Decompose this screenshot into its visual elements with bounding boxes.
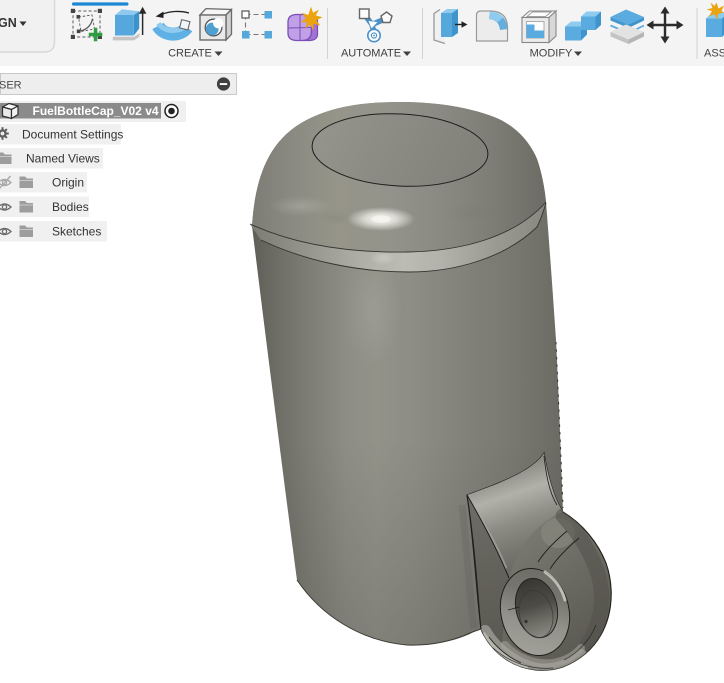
svg-text:CREATE: CREATE xyxy=(168,48,212,60)
svg-text:ASSE: ASSE xyxy=(704,48,724,60)
svg-text:FuelBottleCap_V02 v4: FuelBottleCap_V02 v4 xyxy=(33,104,159,118)
svg-text:AUTOMATE: AUTOMATE xyxy=(341,48,401,60)
svg-text:SER: SER xyxy=(0,80,22,92)
svg-text:Named Views: Named Views xyxy=(26,152,100,166)
svg-text:GN: GN xyxy=(0,16,17,30)
svg-text:Document Settings: Document Settings xyxy=(22,128,123,142)
svg-text:Sketches: Sketches xyxy=(52,225,101,239)
svg-text:MODIFY: MODIFY xyxy=(530,48,573,60)
svg-text:Bodies: Bodies xyxy=(52,200,89,214)
svg-text:Origin: Origin xyxy=(52,176,84,190)
